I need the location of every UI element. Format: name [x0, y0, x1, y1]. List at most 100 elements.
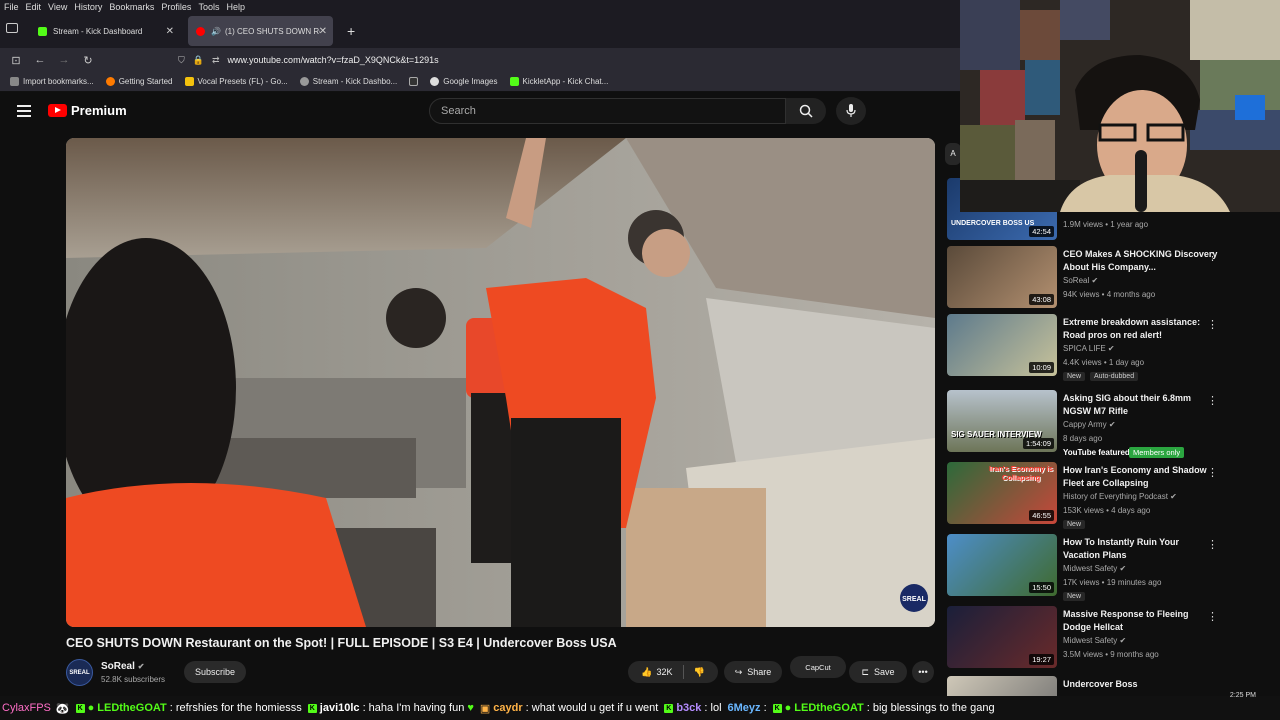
tab-youtube[interactable]: 🔊 (1) CEO SHUTS DOWN Rest ✕: [188, 16, 333, 46]
video-thumbnail[interactable]: Iran's Economy is Collapsing 46:55: [947, 462, 1057, 524]
more-options-icon[interactable]: ⋮: [1207, 610, 1218, 623]
channel-name[interactable]: SPICA LIFE ✔: [1063, 344, 1115, 353]
emote-icon: 🐼: [55, 702, 70, 715]
video-title[interactable]: How To Instantly Ruin Your Vacation Plan…: [1063, 536, 1218, 562]
capcut-button[interactable]: CapCut: [790, 656, 846, 678]
lock-icon[interactable]: 🔒: [193, 55, 204, 66]
video-meta: 4.4K views • 1 day ago: [1063, 358, 1145, 367]
recommendation-item[interactable]: Iran's Economy is Collapsing 46:55 How I…: [945, 462, 1225, 529]
bookmark-getting-started[interactable]: Getting Started: [105, 77, 173, 86]
channel-name[interactable]: Midwest Safety ✔: [1063, 636, 1126, 645]
url-text[interactable]: www.youtube.com/watch?v=fzaD_X9QNCk&t=12…: [228, 55, 439, 65]
recommendation-item[interactable]: 10:09 Extreme breakdown assistance: Road…: [945, 314, 1225, 381]
bookmark-kick-dashboard[interactable]: Stream - Kick Dashbo...: [299, 77, 397, 86]
search-button[interactable]: [786, 98, 826, 124]
tab-list-icon[interactable]: [6, 23, 18, 33]
video-title[interactable]: Asking SIG about their 6.8mm NGSW M7 Rif…: [1063, 392, 1218, 418]
tab-kick-dashboard[interactable]: Stream - Kick Dashboard ✕: [30, 16, 180, 46]
more-options-icon[interactable]: ⋮: [1207, 394, 1218, 407]
video-title[interactable]: Massive Response to Fleeing Dodge Hellca…: [1063, 608, 1218, 634]
video-frame: SREAL: [66, 138, 935, 627]
chat-username: LEDtheGOAT: [97, 702, 167, 714]
channel-name[interactable]: Cappy Army ✔: [1063, 420, 1116, 429]
bookmark-google-images[interactable]: Google Images: [430, 77, 498, 86]
verified-icon: ✔: [137, 662, 145, 671]
recommendation-item[interactable]: 15:50 How To Instantly Ruin Your Vacatio…: [945, 534, 1225, 601]
verified-icon: ✔: [1170, 492, 1177, 501]
permissions-icon[interactable]: ⇄: [212, 55, 220, 66]
menu-help[interactable]: Help: [226, 2, 245, 12]
url-bar[interactable]: ⛉ 🔒 ⇄ www.youtube.com/watch?v=fzaD_X9QNC…: [178, 50, 953, 70]
recommendation-item[interactable]: SIG SAUER INTERVIEW 1:54:09 Asking SIG a…: [945, 390, 1225, 458]
menu-edit[interactable]: Edit: [26, 2, 42, 12]
chat-text: : big blessings to the gang: [866, 702, 995, 714]
video-player[interactable]: SREAL: [66, 138, 935, 627]
video-thumbnail[interactable]: 10:09: [947, 314, 1057, 376]
recommendation-item[interactable]: 19:27 Massive Response to Fleeing Dodge …: [945, 606, 1225, 670]
menu-view[interactable]: View: [48, 2, 67, 12]
channel-name[interactable]: Midwest Safety ✔: [1063, 564, 1126, 573]
like-button[interactable]: 👍 32K: [641, 667, 672, 678]
channel-name[interactable]: SoReal ✔: [101, 661, 144, 672]
subscriber-count: 52.8K subscribers: [101, 675, 166, 684]
menu-tools[interactable]: Tools: [198, 2, 219, 12]
video-thumbnail[interactable]: 19:27: [947, 606, 1057, 668]
video-title: CEO SHUTS DOWN Restaurant on the Spot! |…: [66, 636, 617, 650]
close-tab-icon[interactable]: ✕: [166, 26, 174, 37]
firefox-icon: [105, 77, 115, 86]
chat-text: :: [763, 702, 767, 714]
close-tab-icon[interactable]: ✕: [319, 26, 327, 37]
video-thumbnail[interactable]: [947, 676, 1057, 698]
dislike-button[interactable]: 👎: [694, 667, 705, 678]
save-button[interactable]: ⊏ Save: [849, 661, 907, 683]
youtube-logo[interactable]: Premium: [48, 103, 127, 118]
more-options-icon[interactable]: ⋮: [1207, 250, 1218, 263]
chat-message: CylaxFPS 🐼: [2, 702, 70, 715]
filter-chip[interactable]: A: [945, 143, 961, 165]
channel-name[interactable]: SoReal ✔: [1063, 276, 1098, 285]
video-thumbnail[interactable]: SIG SAUER INTERVIEW 1:54:09: [947, 390, 1057, 452]
duration-badge: 43:08: [1029, 294, 1054, 305]
menu-history[interactable]: History: [74, 2, 102, 12]
menu-bookmarks[interactable]: Bookmarks: [109, 2, 154, 12]
thumbs-up-icon: 👍: [641, 666, 653, 677]
channel-name[interactable]: History of Everything Podcast ✔: [1063, 492, 1177, 501]
recommendation-item[interactable]: Undercover Boss: [945, 676, 1225, 698]
kick-badge-icon: K: [772, 703, 782, 713]
chat-message: ▣ caydr : what would u get if u went: [480, 702, 658, 715]
share-icon: ↪: [734, 666, 743, 677]
search-input[interactable]: Search: [429, 98, 786, 124]
video-title[interactable]: How Iran's Economy and Shadow Fleet are …: [1063, 464, 1218, 490]
speaker-icon[interactable]: 🔊: [211, 27, 221, 36]
forward-icon[interactable]: →: [52, 54, 76, 66]
bookmark-s[interactable]: [409, 77, 419, 86]
shield-icon[interactable]: ⛉: [178, 55, 185, 66]
video-title[interactable]: CEO Makes A SHOCKING Discovery About His…: [1063, 248, 1218, 274]
more-actions-button[interactable]: •••: [912, 661, 934, 683]
back-icon[interactable]: ←: [28, 54, 52, 66]
webcam-feed: [960, 0, 1280, 212]
more-options-icon[interactable]: ⋮: [1207, 318, 1218, 331]
video-title[interactable]: Extreme breakdown assistance: Road pros …: [1063, 316, 1218, 342]
subscribe-button[interactable]: Subscribe: [184, 661, 246, 683]
chat-text: : haha I'm having fun: [362, 702, 465, 714]
video-thumbnail[interactable]: 15:50: [947, 534, 1057, 596]
bookmark-vocal-presets[interactable]: Vocal Presets (FL) - Go...: [184, 77, 288, 86]
menu-profiles[interactable]: Profiles: [161, 2, 191, 12]
more-options-icon[interactable]: ⋮: [1207, 538, 1218, 551]
recommendation-item[interactable]: 43:08 CEO Makes A SHOCKING Discovery Abo…: [945, 246, 1225, 310]
bookmark-import[interactable]: Import bookmarks...: [10, 77, 94, 86]
menu-file[interactable]: File: [4, 2, 19, 12]
bookmark-kicklet[interactable]: KickletApp - Kick Chat...: [509, 77, 608, 86]
video-thumbnail[interactable]: 43:08: [947, 246, 1057, 308]
more-options-icon[interactable]: ⋮: [1207, 466, 1218, 479]
channel-avatar[interactable]: SREAL: [66, 659, 93, 686]
chat-username: CylaxFPS: [2, 702, 51, 714]
reload-icon[interactable]: ↻: [76, 54, 100, 67]
menu-icon[interactable]: [17, 105, 31, 117]
voice-search-button[interactable]: [836, 97, 866, 125]
share-button[interactable]: ↪ Share: [724, 661, 782, 683]
sidebar-toggle-icon[interactable]: ⊡: [4, 54, 28, 67]
video-title[interactable]: Undercover Boss: [1063, 678, 1218, 691]
new-tab-icon[interactable]: +: [347, 23, 355, 39]
